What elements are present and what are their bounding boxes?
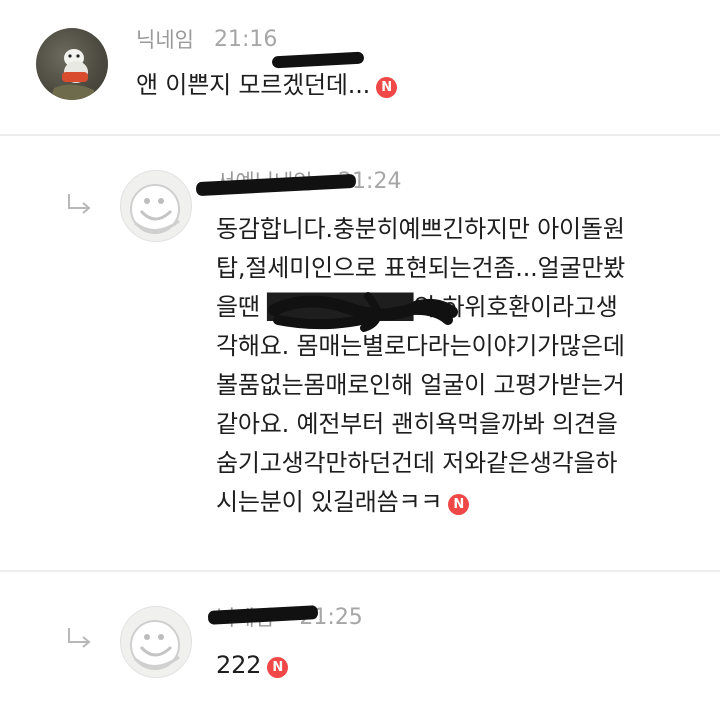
comment-body: 동감합니다.충분히예쁘긴하지만 아이돌원 탑,절세미인으로 표현되는건좀...얼… [216, 215, 626, 516]
comment-meta: 닉네임 21:16 [136, 24, 365, 69]
comment-body: 앤 이쁜지 모르겠던데... [136, 71, 371, 99]
comment-item: 닉네임 21:16 앤 이쁜지 모르겠던데... N [0, 0, 720, 134]
comment-reply-item: 서예닉네임 • 21:24 동감합니다.충분히예쁘긴하지만 아이돌원 탑,절세미… [0, 136, 720, 568]
new-badge-icon: N [376, 77, 398, 98]
redaction-scribble [268, 292, 458, 332]
avatar[interactable] [36, 28, 108, 100]
comment-text: 동감합니다.충분히예쁘긴하지만 아이돌원 탑,절세미인으로 표현되는건좀...얼… [216, 210, 625, 522]
new-badge-icon: N [448, 494, 470, 515]
default-character-icon [130, 184, 180, 234]
default-character-icon [130, 620, 180, 670]
new-badge-icon: N [267, 657, 289, 678]
comment-text: 222 N [216, 646, 289, 685]
avatar[interactable] [120, 170, 192, 242]
avatar[interactable] [120, 606, 192, 678]
author-name[interactable]: 닉네임 [136, 24, 194, 54]
comment-body: 222 [216, 651, 262, 679]
comment-reply-item: 닉네임 • 21:25 222N [0, 572, 720, 712]
comment-text: 앤 이쁜지 모르겠던데... N [136, 66, 398, 105]
cat-photo-icon [50, 49, 94, 100]
reply-arrow-icon [68, 628, 91, 648]
reply-arrow-icon [68, 194, 91, 214]
timestamp: 21:16 [213, 26, 278, 52]
